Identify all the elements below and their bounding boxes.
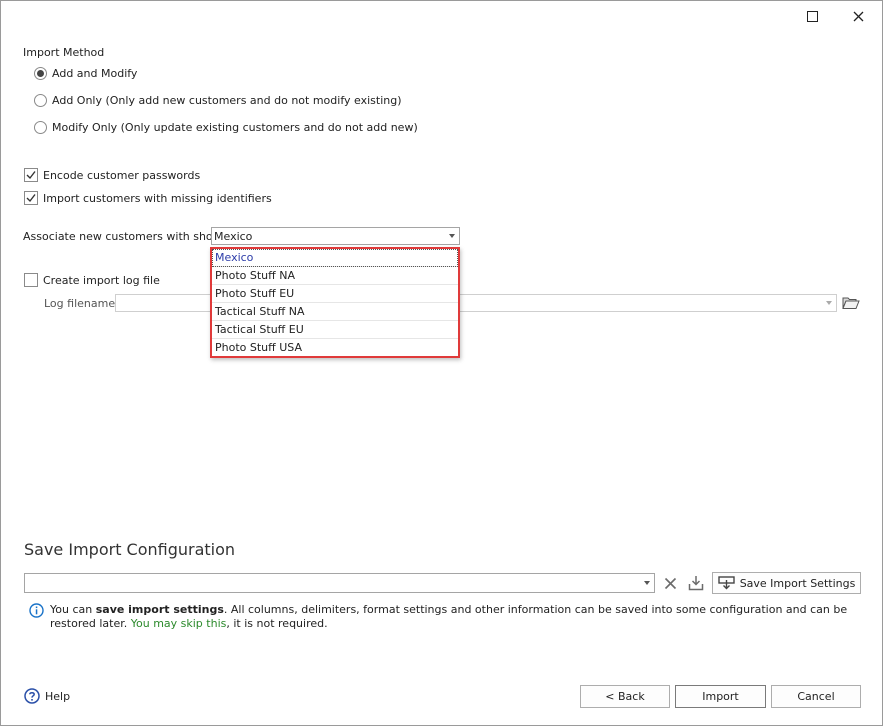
shop-combobox[interactable]: Mexico [211, 227, 460, 245]
checkbox-label: Create import log file [43, 273, 160, 287]
import-dialog: Import Method Add and Modify Add Only (O… [0, 0, 883, 726]
cancel-button[interactable]: Cancel [771, 685, 861, 708]
maximize-button[interactable] [798, 5, 826, 27]
close-icon [664, 577, 676, 589]
info-text-part: You can [50, 603, 96, 616]
checkbox-label: Import customers with missing identifier… [43, 191, 272, 205]
radio-label: Add and Modify [52, 67, 138, 80]
dropdown-item-photo-stuff-usa[interactable]: Photo Stuff USA [212, 339, 458, 357]
shop-label: Associate new customers with shop [23, 230, 220, 243]
radio-button[interactable] [34, 121, 47, 134]
log-filename-label: Log filename [44, 297, 116, 310]
shop-selected-value: Mexico [214, 229, 253, 243]
checkbox-box[interactable] [24, 168, 38, 182]
import-method-label: Import Method [23, 46, 105, 59]
import-label: Import [702, 690, 739, 703]
help-link[interactable]: Help [24, 688, 70, 704]
radio-label: Add Only (Only add new customers and do … [52, 94, 402, 107]
checkbox-label: Encode customer passwords [43, 168, 201, 182]
config-name-combobox[interactable] [24, 573, 655, 593]
back-button[interactable]: < Back [580, 685, 670, 708]
save-config-info-text: You can save import settings. All column… [50, 603, 850, 631]
browse-folder-button[interactable] [841, 294, 861, 312]
radio-button[interactable] [34, 67, 47, 80]
radio-add-only[interactable]: Add Only (Only add new customers and do … [34, 94, 402, 107]
checkbox-box[interactable] [24, 273, 38, 287]
close-button[interactable] [844, 5, 872, 27]
radio-modify-only[interactable]: Modify Only (Only update existing custom… [34, 121, 418, 134]
dropdown-item-tactical-stuff-na[interactable]: Tactical Stuff NA [212, 303, 458, 321]
chevron-down-icon[interactable] [640, 581, 654, 585]
radio-button[interactable] [34, 94, 47, 107]
save-config-title: Save Import Configuration [24, 540, 236, 559]
import-missing-identifiers-checkbox[interactable]: Import customers with missing identifier… [24, 191, 272, 205]
dropdown-item-mexico[interactable]: Mexico [212, 249, 458, 267]
help-label: Help [45, 689, 71, 703]
info-icon [29, 603, 44, 621]
info-text-part: , it is not required. [226, 617, 328, 630]
info-text-bold: save import settings [95, 603, 224, 616]
create-log-checkbox[interactable]: Create import log file [24, 273, 160, 287]
load-config-button[interactable] [686, 573, 706, 593]
save-settings-icon [717, 576, 735, 590]
import-button[interactable]: Import [675, 685, 766, 708]
cancel-label: Cancel [797, 690, 835, 703]
dropdown-item-tactical-stuff-eu[interactable]: Tactical Stuff EU [212, 321, 458, 339]
radio-add-and-modify[interactable]: Add and Modify [34, 67, 137, 80]
encode-passwords-checkbox[interactable]: Encode customer passwords [24, 168, 200, 182]
chevron-down-icon[interactable] [445, 234, 459, 238]
clear-config-button[interactable] [660, 573, 680, 593]
checkmark-icon [26, 194, 36, 203]
save-import-settings-button[interactable]: Save Import Settings [712, 572, 861, 594]
shop-dropdown-list: Mexico Photo Stuff NA Photo Stuff EU Tac… [210, 247, 460, 358]
dropdown-item-photo-stuff-eu[interactable]: Photo Stuff EU [212, 285, 458, 303]
dropdown-item-photo-stuff-na[interactable]: Photo Stuff NA [212, 267, 458, 285]
folder-open-icon [842, 297, 860, 309]
back-label: < Back [605, 690, 645, 703]
radio-label: Modify Only (Only update existing custom… [52, 121, 418, 134]
save-import-settings-label: Save Import Settings [739, 576, 856, 590]
checkbox-box[interactable] [24, 191, 38, 205]
info-text-skip: You may skip this [130, 617, 227, 630]
maximize-icon [806, 10, 818, 22]
help-icon [24, 688, 40, 704]
download-icon [688, 576, 704, 591]
close-icon [853, 11, 863, 21]
chevron-down-icon[interactable] [822, 301, 836, 305]
checkmark-icon [26, 171, 36, 180]
